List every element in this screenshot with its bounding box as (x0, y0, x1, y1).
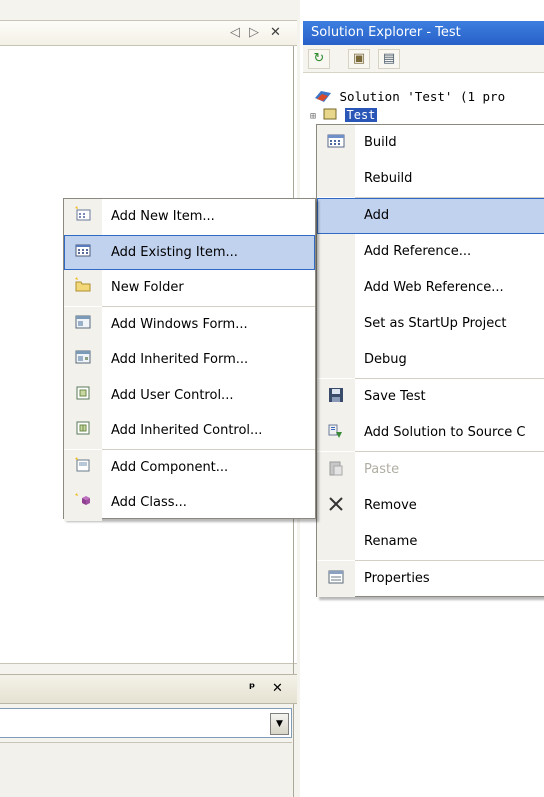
menu-item-rename[interactable]: Rename (317, 524, 544, 560)
menu-item-label: Add Inherited Form... (111, 352, 249, 367)
dropdown-arrow-icon[interactable]: ▼ (270, 713, 289, 735)
existing-item-icon (73, 242, 93, 262)
menu-item-label: Add Reference... (364, 244, 472, 259)
menu-item-set-startup[interactable]: Set as StartUp Project (317, 306, 544, 342)
tool-window-titlebar: ᵖ ✕ (0, 674, 297, 704)
menu-item-label: Add Component... (111, 459, 229, 475)
menu-item-label: Debug (364, 352, 407, 367)
menu-item-debug[interactable]: Debug (317, 342, 544, 378)
menu-item-add-to-source-control[interactable]: Add Solution to Source C (317, 415, 544, 451)
close-icon[interactable]: ✕ (272, 681, 283, 696)
project-context-menu: Build Rebuild Add Add Reference... Add W… (316, 124, 544, 597)
tree-item-label: Solution 'Test' (1 pro (339, 89, 506, 104)
menu-item-label: Remove (364, 498, 417, 513)
menu-item-label: Paste (364, 462, 400, 477)
menu-item-add-existing-item[interactable]: Add Existing Item... (64, 234, 315, 270)
solution-explorer-title: Solution Explorer - Test (303, 21, 544, 45)
menu-item-add-reference[interactable]: Add Reference... (317, 234, 544, 270)
menu-item-paste[interactable]: Paste (317, 452, 544, 488)
menu-item-remove[interactable]: Remove (317, 488, 544, 524)
menu-item-add-inherited-control[interactable]: Add Inherited Control... (64, 413, 315, 449)
paste-icon (326, 460, 346, 480)
menu-item-new-folder[interactable]: New Folder (64, 270, 315, 306)
build-icon (326, 133, 346, 153)
add-submenu: Add New Item... Add Existing Item... New… (63, 198, 316, 521)
tree-item-solution[interactable]: Solution 'Test' (1 pro (314, 88, 544, 108)
refresh-icon[interactable]: ↻ (308, 49, 330, 69)
save-icon (326, 387, 346, 407)
new-item-icon (73, 206, 93, 226)
menu-item-label: Add New Item... (111, 209, 215, 224)
class-icon (73, 492, 93, 512)
close-icon[interactable]: ✕ (270, 25, 281, 40)
menu-item-label: Add Existing Item... (111, 244, 238, 260)
menu-item-label: Build (364, 135, 397, 150)
remove-icon (326, 496, 346, 516)
show-all-files-icon[interactable]: ▣ (348, 49, 370, 69)
menu-item-label: Properties (364, 571, 430, 586)
menu-item-add-web-reference[interactable]: Add Web Reference... (317, 270, 544, 306)
menu-item-add-class[interactable]: Add Class... (64, 485, 315, 521)
inherited-control-icon (73, 420, 93, 440)
menu-item-label: Add Inherited Control... (111, 423, 263, 438)
menu-item-add-component[interactable]: Add Component... (64, 449, 315, 485)
component-icon (73, 456, 93, 477)
menu-item-add-windows-form[interactable]: Add Windows Form... (64, 306, 315, 342)
menu-item-label: Add Class... (111, 495, 187, 510)
project-icon (323, 108, 337, 123)
properties-icon (326, 569, 346, 589)
menu-item-add[interactable]: Add (317, 198, 544, 234)
menu-item-rebuild[interactable]: Rebuild (317, 161, 544, 197)
windows-form-icon (73, 314, 93, 334)
expand-icon[interactable]: ⊞ (310, 111, 316, 122)
menu-item-label: Add User Control... (111, 387, 234, 403)
menu-item-label: Rebuild (364, 171, 413, 186)
tool-window-body (0, 742, 292, 797)
menu-item-label: Set as StartUp Project (364, 316, 507, 331)
user-control-icon (73, 385, 93, 405)
object-combo-box[interactable]: ▼ (0, 708, 292, 738)
menu-item-add-new-item[interactable]: Add New Item... (64, 199, 315, 235)
menu-item-label: Add Web Reference... (364, 280, 504, 295)
scroll-left-icon[interactable]: ◁ (230, 25, 240, 40)
solution-icon (314, 88, 332, 107)
menu-item-properties[interactable]: Properties (317, 561, 544, 597)
menu-item-save[interactable]: Save Test (317, 379, 544, 415)
solution-explorer-toolbar: ↻ ▣ ▤ (303, 45, 544, 73)
menu-item-label: Add Windows Form... (111, 316, 248, 332)
scroll-right-icon[interactable]: ▷ (249, 25, 259, 40)
pin-icon[interactable]: ᵖ (249, 681, 255, 696)
editor-tab-bar: ◁ ▷ ✕ (0, 20, 297, 46)
menu-item-label: Save Test (364, 389, 426, 404)
menu-item-add-user-control[interactable]: Add User Control... (64, 377, 315, 413)
tree-item-label: Test (344, 108, 378, 122)
properties-icon[interactable]: ▤ (378, 49, 400, 69)
menu-item-label: New Folder (111, 280, 184, 295)
new-folder-icon (73, 277, 93, 297)
inherited-form-icon (73, 349, 93, 369)
menu-item-label: Rename (364, 534, 418, 549)
source-control-icon (326, 423, 346, 443)
menu-item-build[interactable]: Build (317, 125, 544, 161)
menu-item-add-inherited-form[interactable]: Add Inherited Form... (64, 342, 315, 378)
menu-item-label: Add (364, 208, 390, 223)
menu-item-label: Add Solution to Source C (364, 425, 526, 440)
